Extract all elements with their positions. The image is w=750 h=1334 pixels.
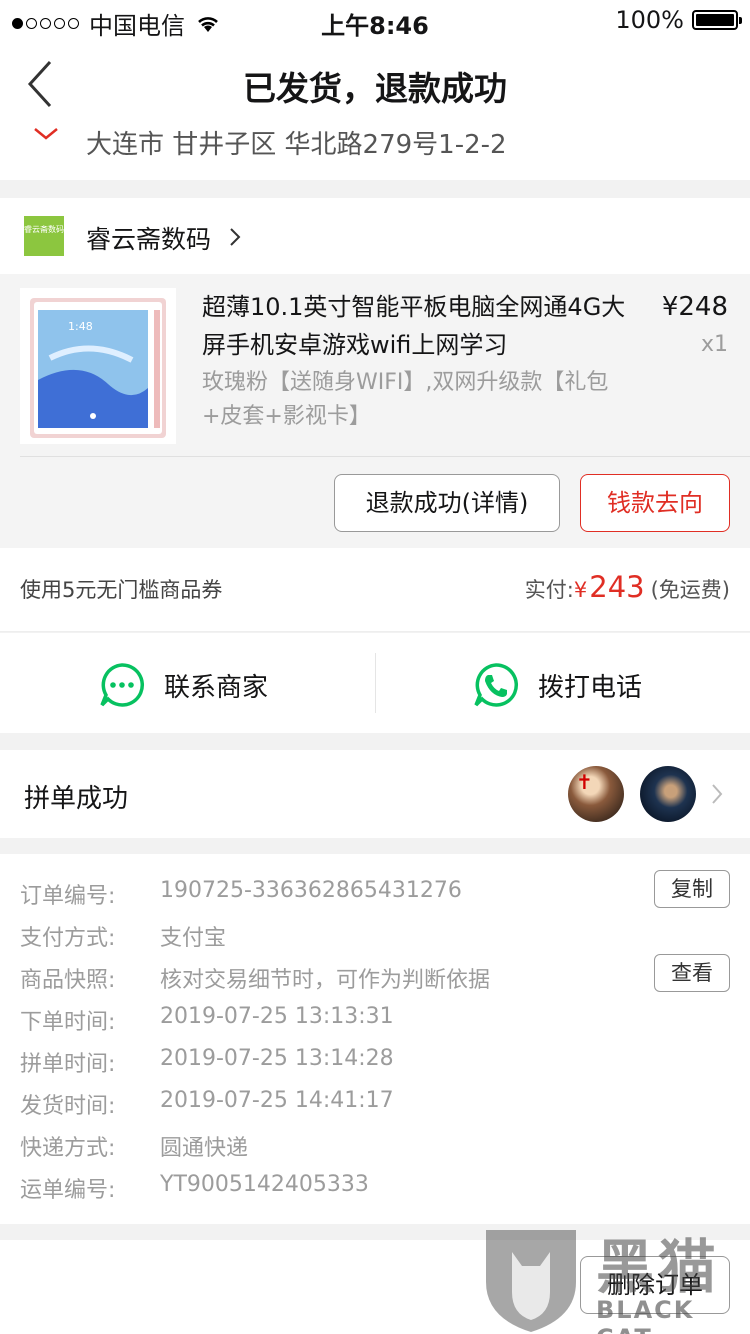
- refund-detail-button[interactable]: 退款成功(详情): [334, 474, 560, 532]
- payment-method-row: 支付方式: 支付宝: [20, 920, 226, 952]
- contact-bar: 联系商家 拨打电话: [0, 633, 750, 733]
- snapshot-row: 商品快照: 核对交易细节时，可作为判断依据: [20, 962, 490, 994]
- paid-amount: 243: [589, 570, 645, 604]
- tablet-illustration: 1:48: [30, 298, 166, 438]
- avatar[interactable]: ✝: [568, 766, 624, 822]
- shop-name[interactable]: 睿云斋数码: [86, 220, 211, 256]
- call-phone-button[interactable]: 拨打电话: [472, 661, 642, 709]
- courier: 圆通快递: [160, 1136, 249, 1161]
- coupon-text: 使用5元无门槛商品券: [20, 578, 223, 602]
- group-buy-status: 拼单成功: [24, 784, 129, 814]
- payment-summary: 使用5元无门槛商品券 实付: ¥ 243 (免运费): [0, 548, 750, 632]
- product-price: ¥248: [661, 292, 728, 322]
- order-number: 190725-336362865431276: [160, 878, 462, 903]
- view-snapshot-button[interactable]: 查看: [654, 954, 730, 992]
- courier-row: 快递方式: 圆通快递: [20, 1130, 248, 1162]
- order-number-row: 订单编号: 190725-336362865431276: [20, 878, 462, 909]
- currency-symbol: ¥: [573, 578, 588, 602]
- group-buy-row[interactable]: 拼单成功 ✝: [0, 750, 750, 838]
- delete-order-button[interactable]: 删除订单: [580, 1256, 730, 1314]
- ship-time-row: 发货时间: 2019-07-25 14:41:17: [20, 1088, 394, 1119]
- paid-amount-group: 实付: ¥ 243 (免运费): [525, 570, 730, 604]
- shop-header[interactable]: 睿云斋数码 睿云斋数码: [0, 198, 750, 274]
- order-time: 2019-07-25 13:13:31: [160, 1004, 394, 1029]
- order-details: 订单编号: 190725-336362865431276 复制 支付方式: 支付…: [0, 854, 750, 1224]
- call-phone-label[interactable]: 拨打电话: [538, 667, 642, 704]
- paid-label: 实付:: [524, 578, 574, 602]
- contact-merchant-label[interactable]: 联系商家: [164, 667, 268, 704]
- shipping-address: 大连市 甘井子区 华北路279号1-2-2: [86, 130, 507, 160]
- money-destination-button[interactable]: 钱款去向: [580, 474, 730, 532]
- group-time-row: 拼单时间: 2019-07-25 13:14:28: [20, 1046, 394, 1077]
- chevron-down-icon[interactable]: [32, 126, 60, 142]
- order-time-row: 下单时间: 2019-07-25 13:13:31: [20, 1004, 394, 1035]
- chevron-right-icon[interactable]: [228, 226, 242, 248]
- status-bar: 中国电信 上午8:46 100%: [0, 0, 750, 40]
- battery-group: 100%: [615, 6, 742, 34]
- contact-merchant-button[interactable]: 联系商家: [98, 661, 268, 709]
- payment-method: 支付宝: [160, 926, 227, 951]
- product-card[interactable]: 1:48 超薄10.1英寸智能平板电脑全网通4G大屏手机安卓游戏wifi上网学习…: [0, 274, 750, 548]
- chat-bubble-icon: [100, 663, 145, 707]
- product-image[interactable]: 1:48: [20, 288, 176, 444]
- tracking-number: YT9005142405333: [160, 1172, 369, 1197]
- divider: [20, 456, 750, 457]
- divider: [375, 653, 376, 713]
- bottom-action-bar: 删除订单: [0, 1240, 750, 1334]
- product-title[interactable]: 超薄10.1英寸智能平板电脑全网通4G大屏手机安卓游戏wifi上网学习: [202, 288, 630, 364]
- product-spec: 玫瑰粉【送随身WIFI】,双网升级款【礼包+皮套+影视卡】: [202, 370, 609, 429]
- page-title: 已发货，退款成功: [243, 69, 507, 108]
- copy-button[interactable]: 复制: [654, 870, 730, 908]
- ship-time: 2019-07-25 14:41:17: [160, 1088, 394, 1113]
- tablet-screen-time: 1:48: [68, 320, 93, 333]
- phone-icon: [474, 663, 519, 707]
- tracking-number-row: 运单编号: YT9005142405333: [20, 1172, 369, 1203]
- shop-logo: 睿云斋数码: [24, 216, 64, 256]
- avatar[interactable]: [640, 766, 696, 822]
- chevron-right-icon[interactable]: [710, 782, 724, 806]
- battery-icon: [692, 10, 742, 30]
- product-quantity: x1: [700, 332, 728, 357]
- group-time: 2019-07-25 13:14:28: [160, 1046, 394, 1071]
- shipping-note: (免运费): [650, 578, 730, 602]
- nav-bar: 已发货，退款成功 大连市 甘井子区 华北路279号1-2-2: [0, 40, 750, 180]
- battery-percent: 100%: [615, 6, 684, 34]
- snapshot-note: 核对交易细节时，可作为判断依据: [160, 968, 491, 993]
